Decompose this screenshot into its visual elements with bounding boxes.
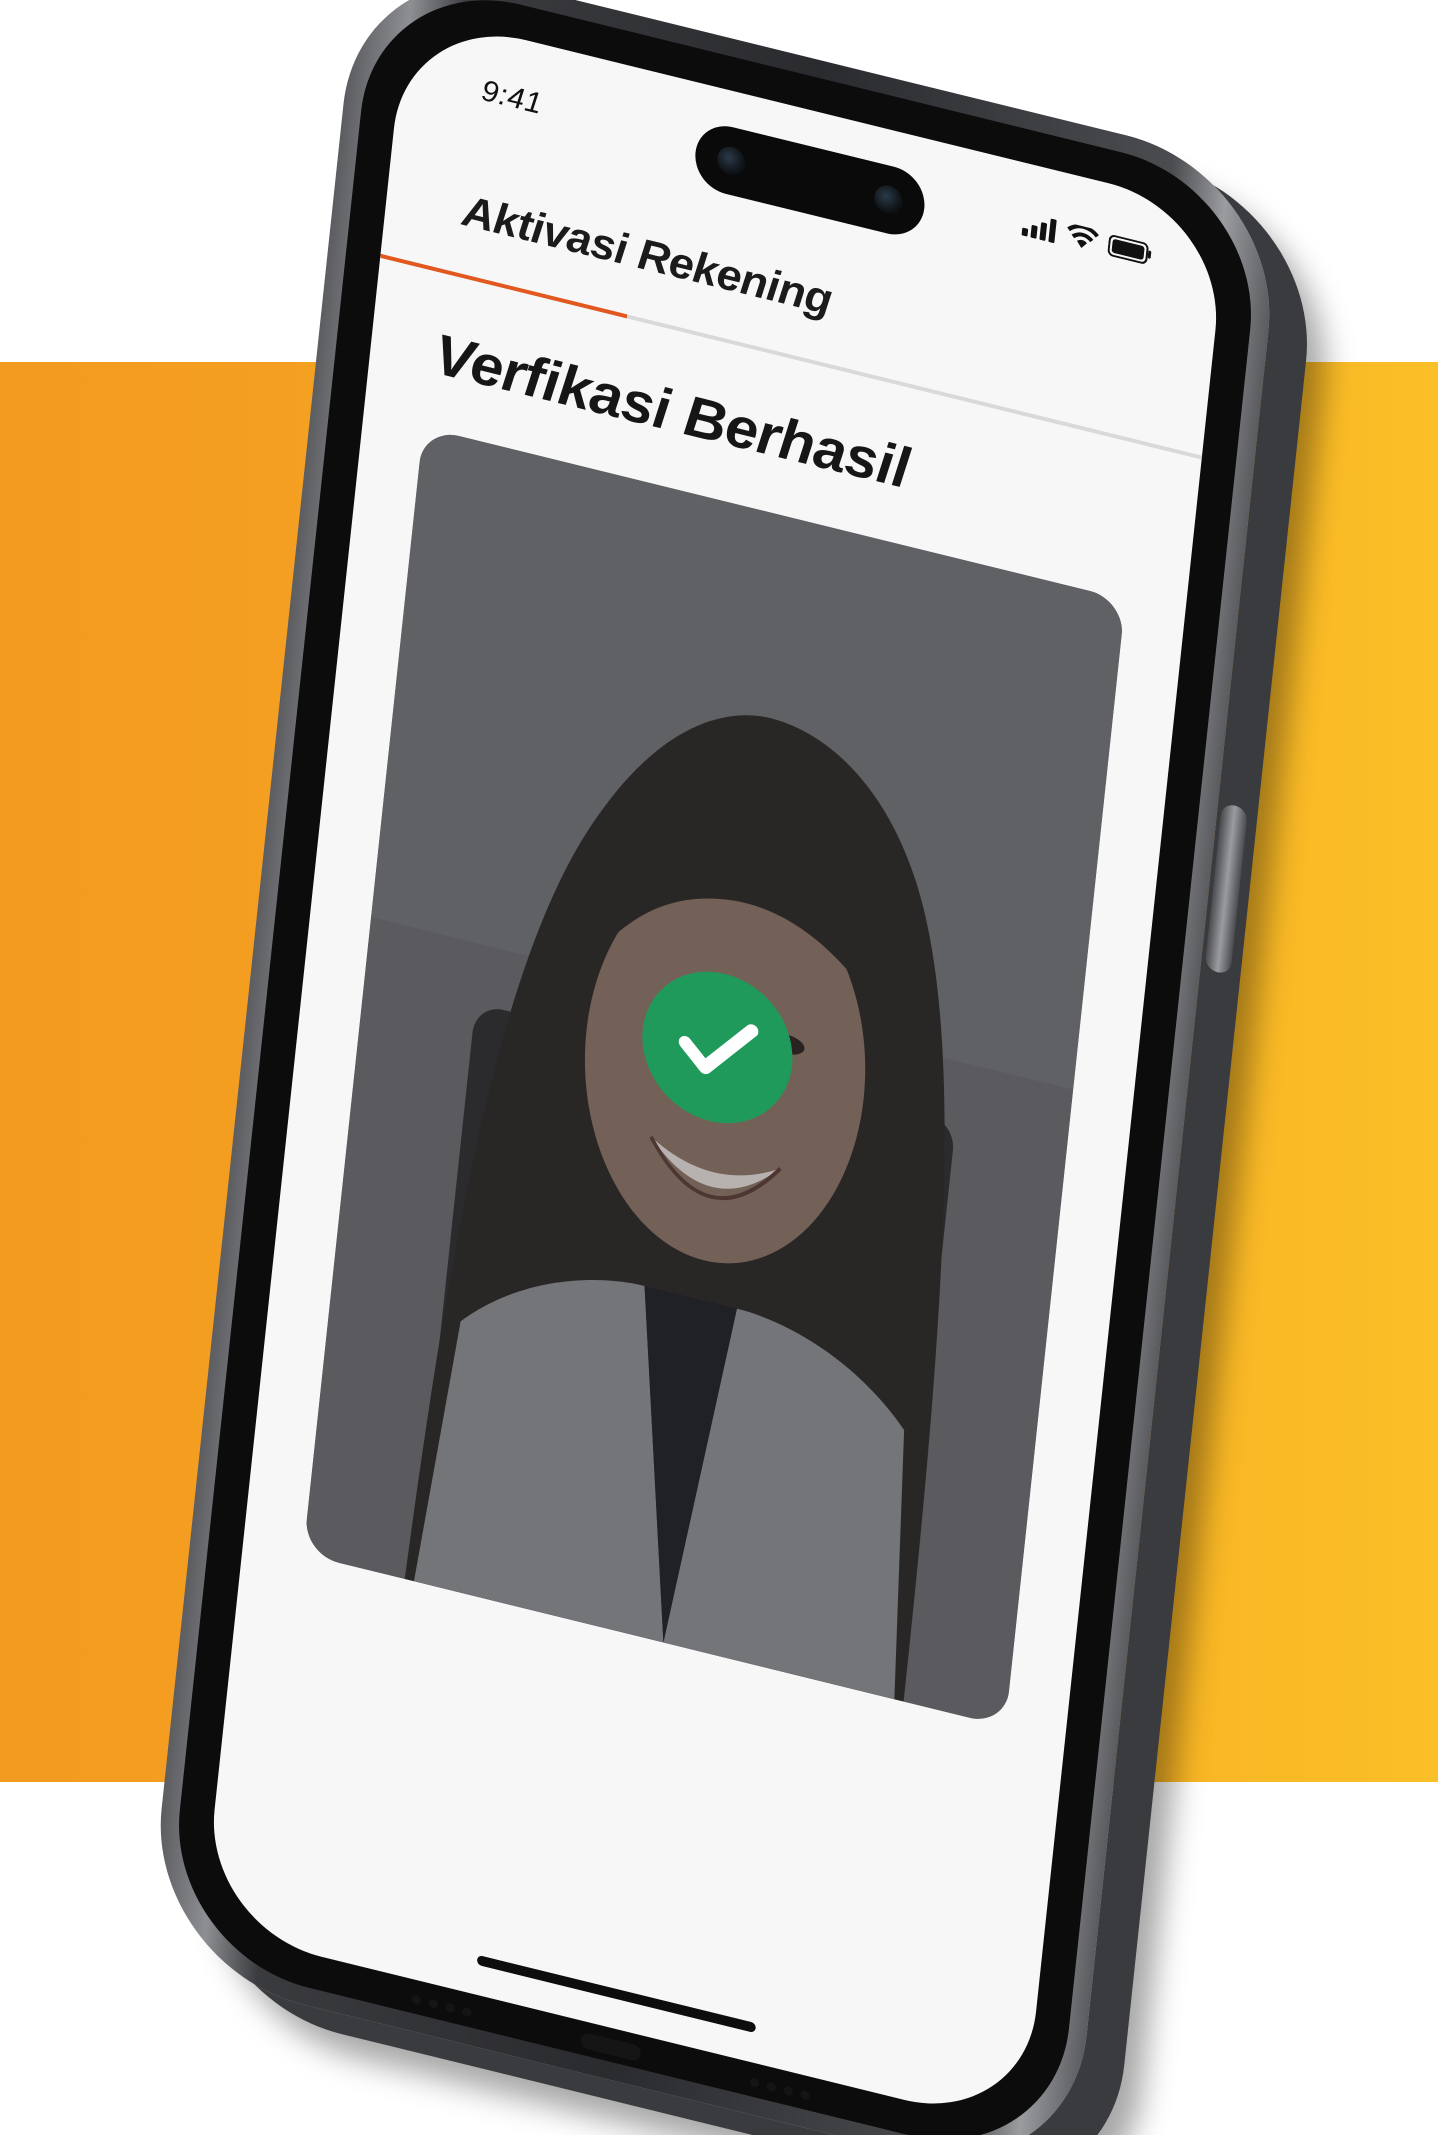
dynamic-island <box>691 118 928 242</box>
status-icons <box>1021 209 1153 270</box>
phone-screen: 9:41 Aktivasi Rekening Verfikasi Berhasi… <box>202 10 1228 2130</box>
check-circle-icon <box>678 1024 759 1075</box>
charging-port <box>580 2031 642 2063</box>
sensor-icon <box>873 182 904 217</box>
speaker-grille-left <box>411 1993 473 2018</box>
signal-icon <box>1021 218 1057 244</box>
battery-icon <box>1107 235 1152 264</box>
phone-mockup: 9:41 Aktivasi Rekening Verfikasi Berhasi… <box>144 0 1286 2135</box>
scene: 9:41 Aktivasi Rekening Verfikasi Berhasi… <box>0 0 1438 2135</box>
speaker-grille-right <box>749 2076 811 2101</box>
camera-icon <box>715 143 747 179</box>
wifi-icon <box>1067 224 1100 248</box>
status-time: 9:41 <box>479 73 544 122</box>
selfie-photo-card <box>303 427 1126 1727</box>
